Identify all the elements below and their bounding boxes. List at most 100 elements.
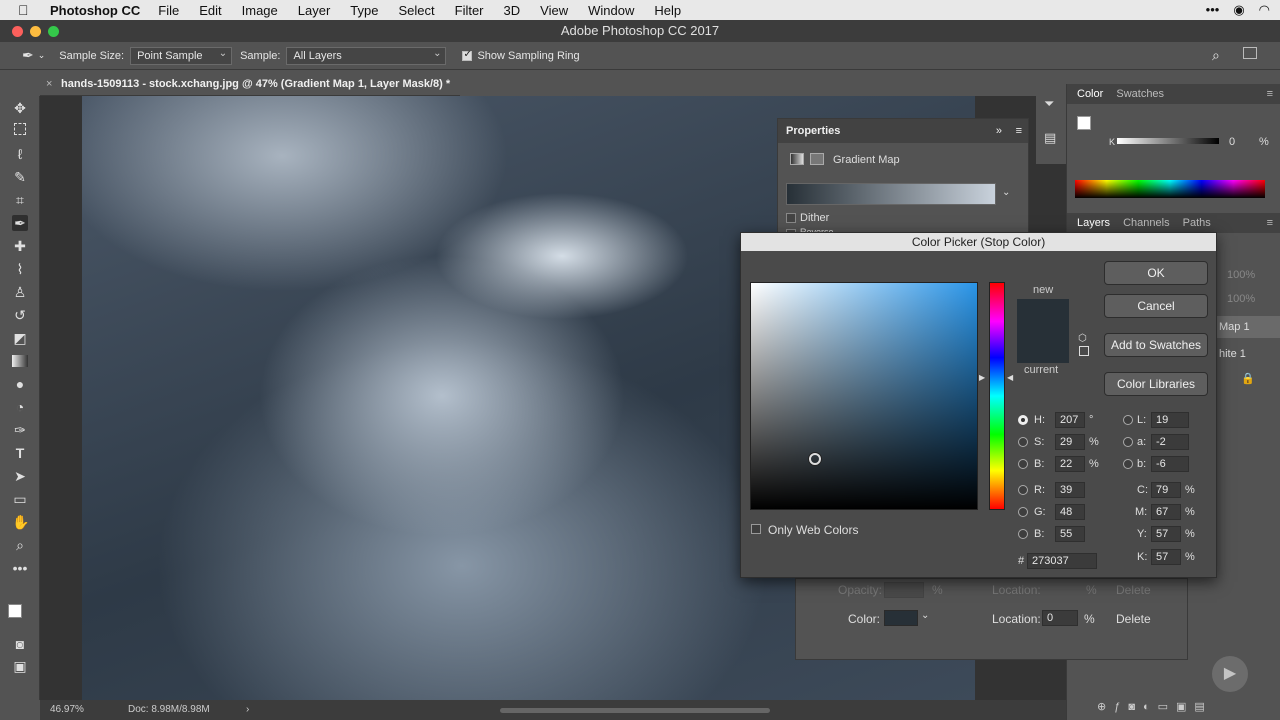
web-safe-icon[interactable]	[1079, 346, 1089, 356]
layers-footer-icons[interactable]: ⊕ƒ◙◐▭▣▤	[1097, 700, 1213, 713]
color-libraries-button[interactable]: Color Libraries	[1104, 372, 1208, 396]
chevron-down-icon[interactable]: ⌄	[38, 50, 46, 61]
gamut-warning-icon[interactable]: ⬡	[1078, 333, 1087, 344]
blur-tool-icon[interactable]: ●	[12, 376, 28, 392]
add-to-swatches-button[interactable]: Add to Swatches	[1104, 333, 1208, 357]
stop-color-dropdown-icon[interactable]: ⌄	[921, 610, 929, 621]
saturation-radio[interactable]	[1018, 437, 1028, 447]
layer-name-partial[interactable]: hite 1	[1219, 348, 1246, 360]
status-arrow-icon[interactable]: ›	[246, 700, 249, 720]
lab-a-radio[interactable]	[1123, 437, 1133, 447]
quick-mask-icon[interactable]: ◙	[12, 636, 28, 652]
hue-radio[interactable]	[1018, 415, 1028, 425]
opacity-value-partial[interactable]: 100%	[1227, 269, 1255, 281]
menu-image[interactable]: Image	[242, 3, 278, 18]
hue-slider[interactable]	[989, 282, 1005, 510]
menu-help[interactable]: Help	[654, 3, 681, 18]
path-selection-tool-icon[interactable]: ➤	[12, 468, 28, 484]
wifi-icon[interactable]: ◠	[1259, 2, 1270, 18]
blue-radio[interactable]	[1018, 529, 1028, 539]
menu-type[interactable]: Type	[350, 3, 378, 18]
collapse-icon[interactable]: »	[996, 119, 1002, 143]
mask-icon[interactable]	[810, 153, 824, 165]
green-field[interactable]: 48	[1055, 504, 1085, 520]
current-color-swatch[interactable]	[1017, 331, 1069, 363]
gradient-preview[interactable]	[786, 183, 996, 205]
apple-menu-icon[interactable]: 	[18, 3, 34, 17]
crop-tool-icon[interactable]: ⌗	[12, 192, 28, 208]
tab-paths[interactable]: Paths	[1183, 217, 1211, 229]
healing-brush-tool-icon[interactable]: ✚	[12, 238, 28, 254]
more-tools-icon[interactable]: •••	[12, 560, 28, 576]
properties-menu-icon[interactable]: ≡	[1016, 119, 1022, 143]
color-picker-cursor[interactable]	[809, 453, 821, 465]
workspace-icon[interactable]	[1243, 47, 1257, 59]
menu-window[interactable]: Window	[588, 3, 634, 18]
lab-b-field[interactable]: -6	[1151, 456, 1189, 472]
yellow-field[interactable]: 57	[1151, 526, 1181, 542]
hand-tool-icon[interactable]: ✋	[12, 514, 29, 530]
saturation-field[interactable]: 29	[1055, 434, 1085, 450]
fill-value-partial[interactable]: 100%	[1227, 293, 1255, 305]
eyedropper-tool-preset-icon[interactable]: ✒	[22, 47, 34, 64]
hue-field[interactable]: 207	[1055, 412, 1085, 428]
menu-file[interactable]: File	[158, 3, 179, 18]
screen-mode-icon[interactable]: ▣	[12, 658, 28, 674]
ok-button[interactable]: OK	[1104, 261, 1208, 285]
tab-color[interactable]: Color	[1077, 88, 1103, 100]
dither-checkbox[interactable]	[786, 213, 796, 223]
red-radio[interactable]	[1018, 485, 1028, 495]
lab-l-radio[interactable]	[1123, 415, 1133, 425]
location-field[interactable]: 0	[1042, 610, 1078, 626]
color-fg-swatch[interactable]	[1077, 116, 1091, 130]
cancel-button[interactable]: Cancel	[1104, 294, 1208, 318]
close-tab-icon[interactable]: ×	[46, 72, 52, 96]
move-tool-icon[interactable]: ✥	[12, 100, 28, 116]
color-spectrum-bar[interactable]	[1075, 180, 1265, 198]
gradient-tool-icon[interactable]	[12, 355, 28, 367]
delete-button[interactable]: Delete	[1116, 612, 1151, 626]
brightness-radio[interactable]	[1018, 459, 1028, 469]
lab-b-radio[interactable]	[1123, 459, 1133, 469]
brightness-field[interactable]: 22	[1055, 456, 1085, 472]
history-brush-tool-icon[interactable]: ↺	[12, 307, 28, 323]
saturation-brightness-field[interactable]	[750, 282, 978, 510]
layers-menu-icon[interactable]: ≡	[1267, 213, 1273, 233]
layer-row-gradient-map[interactable]: Map 1	[1217, 316, 1280, 338]
show-sampling-ring-checkbox[interactable]: ✓	[462, 49, 473, 61]
dodge-tool-icon[interactable]: ◔	[12, 399, 28, 415]
menu-3d[interactable]: 3D	[504, 3, 521, 18]
history-panel-icon[interactable]: ⏷	[1044, 96, 1054, 112]
sample-select[interactable]: All Layers	[286, 46, 447, 65]
hue-slider-right-arrow[interactable]: ◀	[1007, 373, 1013, 382]
minimize-window-button[interactable]	[30, 26, 41, 37]
tab-layers[interactable]: Layers	[1077, 217, 1110, 229]
lab-l-field[interactable]: 19	[1151, 412, 1189, 428]
zoom-level[interactable]: 46.97%	[50, 700, 84, 720]
black-field[interactable]: 57	[1151, 549, 1181, 565]
lab-a-field[interactable]: -2	[1151, 434, 1189, 450]
foreground-color-swatch[interactable]	[8, 604, 22, 618]
eraser-tool-icon[interactable]: ◩	[12, 330, 28, 346]
menu-view[interactable]: View	[540, 3, 568, 18]
only-web-colors-checkbox[interactable]	[751, 524, 761, 534]
horizontal-scrollbar[interactable]	[500, 708, 770, 713]
more-icon[interactable]: •••	[1206, 2, 1220, 18]
quick-selection-tool-icon[interactable]: ✎	[12, 169, 28, 185]
document-tab[interactable]: × hands-1509113 - stock.xchang.jpg @ 47%…	[40, 72, 460, 96]
search-icon[interactable]: ⌕	[1212, 47, 1220, 64]
menu-select[interactable]: Select	[398, 3, 434, 18]
close-window-button[interactable]	[12, 26, 23, 37]
pen-tool-icon[interactable]: ✑	[12, 422, 28, 438]
zoom-window-button[interactable]	[48, 26, 59, 37]
creative-cloud-icon[interactable]: ◉	[1233, 2, 1244, 18]
menu-layer[interactable]: Layer	[298, 3, 331, 18]
hex-field[interactable]: 273037	[1027, 553, 1097, 569]
adjustments-panel-icon[interactable]: ▤	[1044, 130, 1056, 146]
blue-field[interactable]: 55	[1055, 526, 1085, 542]
lasso-tool-icon[interactable]: ℓ	[12, 146, 28, 162]
panel-menu-icon[interactable]: ≡	[1267, 84, 1273, 104]
menu-edit[interactable]: Edit	[199, 3, 221, 18]
type-tool-icon[interactable]: T	[12, 445, 28, 461]
zoom-tool-icon[interactable]: ⌕	[12, 537, 28, 553]
